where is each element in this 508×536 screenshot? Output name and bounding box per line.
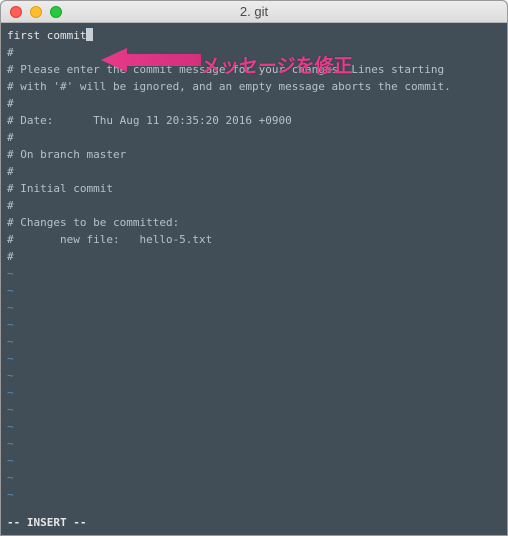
comment-line: # [7,248,501,265]
empty-line-tilde: ~ [7,486,501,503]
window-titlebar: 2. git [1,1,507,23]
comment-line: # Please enter the commit message for yo… [7,61,501,78]
comment-line: # Changes to be committed: [7,214,501,231]
empty-line-tilde: ~ [7,418,501,435]
commit-message-text: first commit [7,29,86,42]
window-controls [1,6,62,18]
empty-line-tilde: ~ [7,316,501,333]
comment-line: # Date: Thu Aug 11 20:35:20 2016 +0900 [7,112,501,129]
empty-line-tilde: ~ [7,367,501,384]
tilde-lines: ~~~~~~~~~~~~~~ [7,265,501,503]
empty-line-tilde: ~ [7,469,501,486]
comment-line: # [7,95,501,112]
terminal-body[interactable]: first commit ## Please enter the commit … [1,23,507,535]
empty-line-tilde: ~ [7,299,501,316]
minimize-button[interactable] [30,6,42,18]
comment-line: # [7,197,501,214]
empty-line-tilde: ~ [7,384,501,401]
comment-line: # new file: hello-5.txt [7,231,501,248]
empty-line-tilde: ~ [7,435,501,452]
comment-line: # Initial commit [7,180,501,197]
window-title: 2. git [1,4,507,19]
empty-line-tilde: ~ [7,265,501,282]
empty-line-tilde: ~ [7,333,501,350]
comment-block: ## Please enter the commit message for y… [7,44,501,265]
comment-line: # [7,163,501,180]
vim-status-line: -- INSERT -- [7,514,86,531]
zoom-button[interactable] [50,6,62,18]
empty-line-tilde: ~ [7,282,501,299]
comment-line: # [7,44,501,61]
commit-message-line[interactable]: first commit [7,27,501,44]
comment-line: # On branch master [7,146,501,163]
comment-line: # with '#' will be ignored, and an empty… [7,78,501,95]
text-cursor [86,28,93,41]
close-button[interactable] [10,6,22,18]
terminal-window: 2. git first commit ## Please enter the … [0,0,508,536]
comment-line: # [7,129,501,146]
empty-line-tilde: ~ [7,350,501,367]
empty-line-tilde: ~ [7,401,501,418]
empty-line-tilde: ~ [7,452,501,469]
